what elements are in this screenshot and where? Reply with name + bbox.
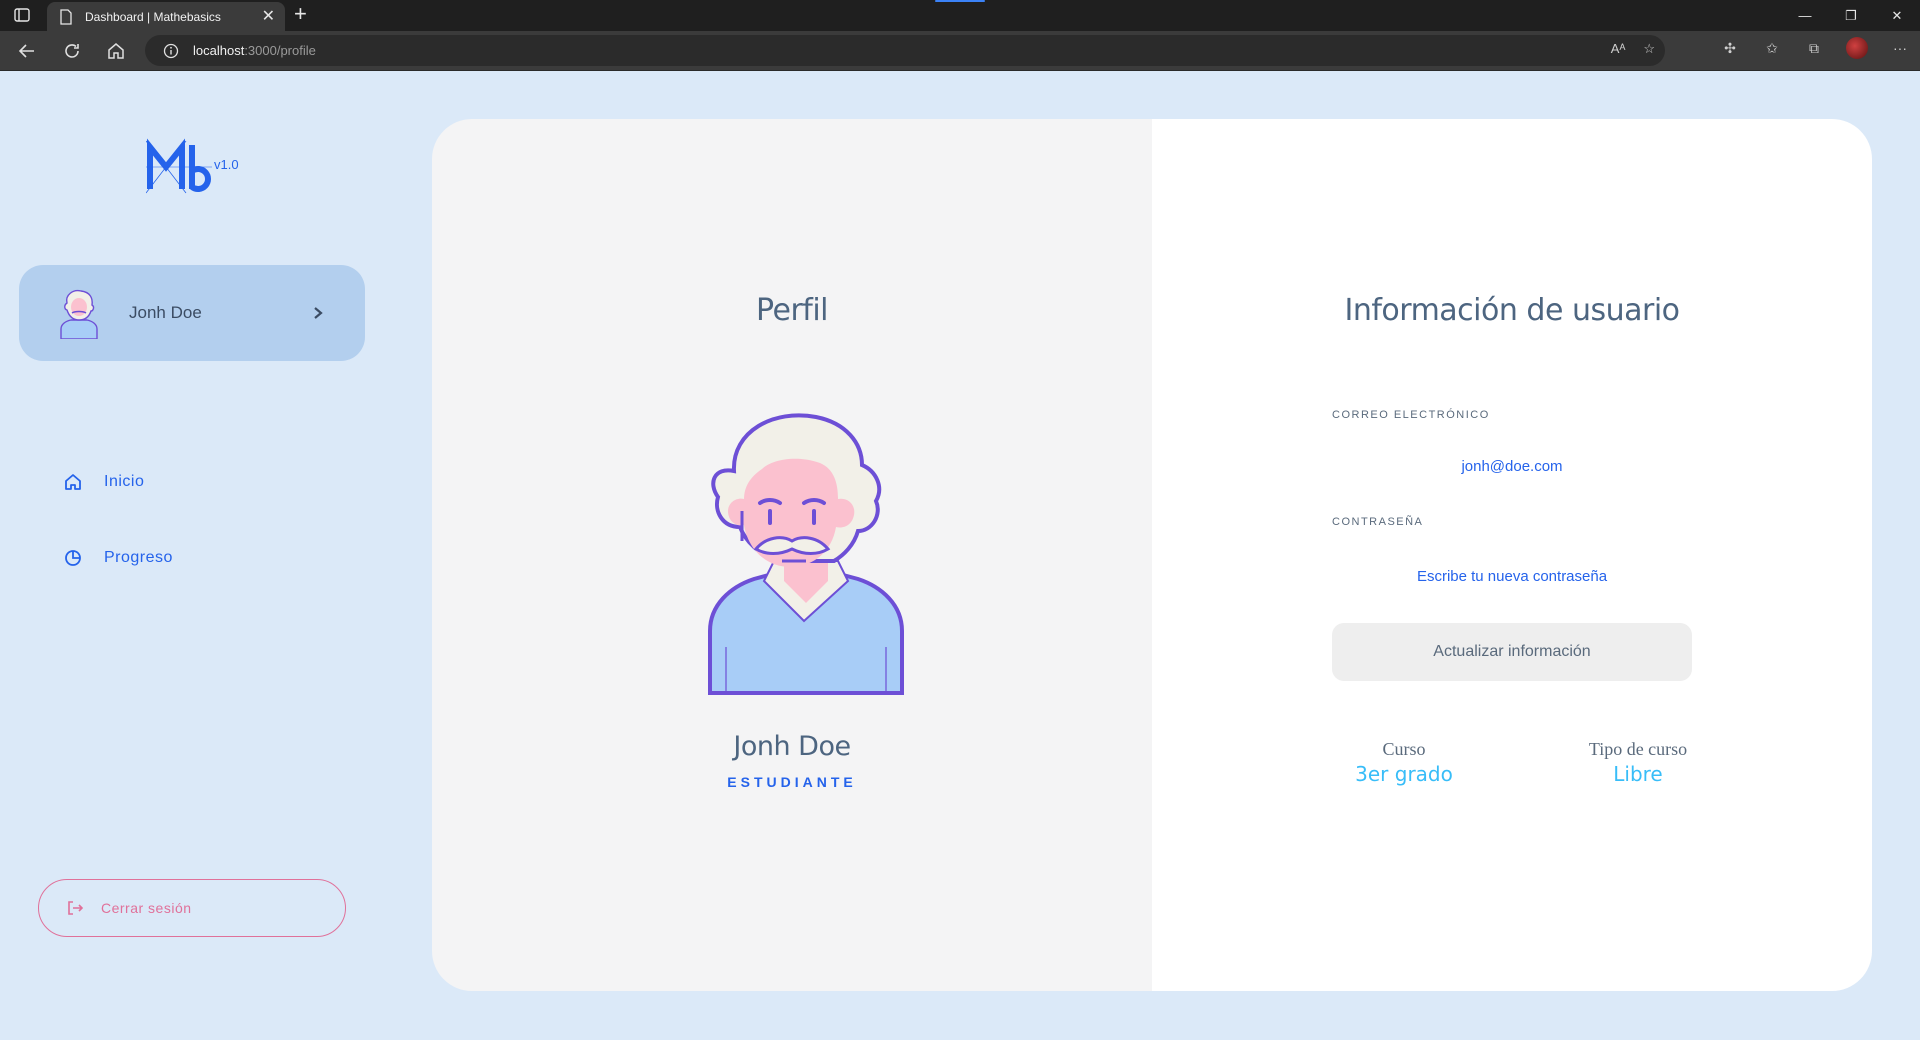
site-info-icon[interactable] xyxy=(163,43,179,59)
user-info-title: Información de usuario xyxy=(1344,293,1680,328)
course-type-stat: Tipo de curso Libre xyxy=(1568,739,1708,786)
logout-icon xyxy=(68,901,83,915)
browser-tab[interactable]: Dashboard | Mathebasics ✕ xyxy=(47,2,285,31)
read-aloud-icon[interactable]: Aᴬ xyxy=(1611,41,1626,57)
nav-label: Inicio xyxy=(104,473,145,490)
reload-icon xyxy=(65,44,79,58)
home-button[interactable] xyxy=(106,41,126,61)
tab-title: Dashboard | Mathebasics xyxy=(85,9,221,24)
pie-chart-icon xyxy=(65,550,81,566)
browser-toolbar: localhost:3000/profile Aᴬ ☆ ✣ ✩ ⧉ ··· xyxy=(0,31,1920,71)
close-window-button[interactable]: ✕ xyxy=(1874,0,1920,31)
course-value: 3er grado xyxy=(1355,762,1453,786)
profile-role: ESTUDIANTE xyxy=(727,774,857,790)
password-field[interactable] xyxy=(1332,565,1692,587)
tab-close-icon[interactable]: ✕ xyxy=(262,8,275,25)
restore-button[interactable]: ❐ xyxy=(1828,0,1874,31)
logo-version: v1.0 xyxy=(214,157,239,172)
home-icon xyxy=(108,43,124,59)
app-logo[interactable]: v1.0 xyxy=(146,137,256,197)
extensions-icon[interactable]: ✣ xyxy=(1720,38,1740,58)
profile-title: Perfil xyxy=(755,293,829,328)
tab-drag-indicator xyxy=(935,0,985,2)
back-button[interactable] xyxy=(17,41,37,61)
course-type-value: Libre xyxy=(1613,762,1663,786)
logout-label: Cerrar sesión xyxy=(101,900,192,916)
profile-avatar-illustration xyxy=(708,413,904,695)
nav-item-inicio[interactable]: Inicio xyxy=(64,473,144,491)
window-controls: — ❐ ✕ xyxy=(1782,0,1920,31)
app-page: v1.0 Jonh Doe Inicio Progreso Cerrar ses… xyxy=(0,71,1920,1040)
profile-card: Perfil Jonh Doe ESTUDIANTE Información d… xyxy=(432,119,1872,991)
user-info-panel: Información de usuario CORREO ELECTRÓNIC… xyxy=(1152,119,1872,991)
password-label: CONTRASEÑA xyxy=(1332,516,1424,528)
new-tab-button[interactable]: + xyxy=(294,3,307,25)
user-avatar xyxy=(60,289,98,339)
favorites-icon[interactable]: ✩ xyxy=(1762,38,1782,58)
address-bar[interactable]: localhost:3000/profile Aᴬ ☆ xyxy=(145,35,1665,66)
course-stat: Curso 3er grado xyxy=(1334,739,1474,786)
page-icon xyxy=(60,8,72,25)
course-type-label: Tipo de curso xyxy=(1588,739,1688,759)
minimize-button[interactable]: — xyxy=(1782,0,1828,31)
update-info-button[interactable]: Actualizar información xyxy=(1332,623,1692,681)
collections-icon[interactable]: ⧉ xyxy=(1804,38,1824,58)
arrow-left-icon xyxy=(18,44,34,58)
sidebar-user-card[interactable]: Jonh Doe xyxy=(19,265,365,361)
email-label: CORREO ELECTRÓNICO xyxy=(1332,409,1490,421)
nav-item-progreso[interactable]: Progreso xyxy=(64,549,173,567)
email-value: jonh@doe.com xyxy=(1461,458,1563,475)
home-icon xyxy=(65,474,81,490)
profile-panel: Perfil Jonh Doe ESTUDIANTE xyxy=(432,119,1152,991)
mb-logo-mark xyxy=(146,138,212,194)
reload-button[interactable] xyxy=(62,41,82,61)
sidebar-user-name: Jonh Doe xyxy=(129,303,202,322)
more-menu-icon[interactable]: ··· xyxy=(1890,38,1910,58)
url-text: localhost:3000/profile xyxy=(193,43,316,58)
profile-name: Jonh Doe xyxy=(733,731,851,762)
chevron-right-icon xyxy=(314,307,323,319)
course-label: Curso xyxy=(1382,739,1426,759)
logout-button[interactable]: Cerrar sesión xyxy=(38,879,346,937)
browser-profile-avatar[interactable] xyxy=(1846,37,1868,59)
tab-actions-icon[interactable] xyxy=(14,8,30,22)
favorite-star-icon[interactable]: ☆ xyxy=(1643,41,1655,57)
nav-label: Progreso xyxy=(104,549,173,566)
browser-tab-bar: Dashboard | Mathebasics ✕ + — ❐ ✕ xyxy=(0,0,1920,31)
